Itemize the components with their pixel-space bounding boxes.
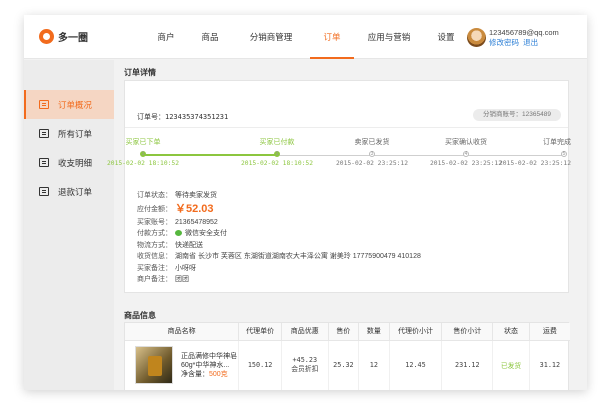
order-section-title: 订单详情	[124, 68, 156, 77]
col-price: 售价	[328, 323, 360, 341]
sidebar-item-overview[interactable]: 订单概况	[24, 90, 114, 119]
nav-apps-marketing[interactable]: 应用与营销	[354, 15, 424, 59]
step-dot: 1	[140, 151, 146, 157]
overview-icon	[39, 100, 49, 109]
step-dot: 3	[369, 151, 375, 157]
order-number: 订单号：123435374351231	[137, 113, 229, 121]
app-window: 多一圈 商户 商品 分销商管理 订单 应用与营销 设置 123456789@qq…	[24, 15, 587, 390]
account-email: 123456789@qq.com	[489, 28, 559, 37]
avatar[interactable]	[467, 28, 486, 47]
sidebar-item-label: 订单概况	[58, 99, 93, 110]
subtotal-cell: 231.12	[441, 340, 494, 390]
col-status: 状态	[492, 323, 530, 341]
refund-icon	[39, 187, 49, 196]
payment-method: 微信安全支付	[175, 228, 227, 240]
col-freight: 运费	[529, 323, 570, 341]
sidebar-item-refunds[interactable]: 退款订单	[24, 177, 114, 206]
qty-cell: 12	[358, 340, 390, 390]
logout-link[interactable]: 退出	[523, 38, 538, 47]
step-shipped: 卖家已发货 3 2015-02-02 23:25:12	[335, 139, 409, 167]
shipping-address: 湖南省 长沙市 芙蓉区 东湖街道湖南农大丰泽公寓 谢美玲 17775900479…	[175, 253, 421, 260]
status-badge: 已发货	[492, 340, 530, 390]
col-agent-subtotal: 代理价小计	[389, 323, 443, 341]
distributor-badge: 分销商账号：12365489	[473, 109, 561, 121]
sidebar-item-label: 所有订单	[58, 128, 93, 139]
shipping-method: 快递配送	[175, 241, 203, 249]
goods-table-card: 商品名称 代理单价 商品优惠 售价 数量 代理价小计 售价小计 状态 运费 正品…	[124, 322, 570, 390]
col-agent-price: 代理单价	[238, 323, 282, 341]
agent-subtotal-cell: 12.45	[389, 340, 443, 390]
merchant-note: 团团	[175, 276, 189, 283]
table-row[interactable]: 正品满修中华神皂 60g*中华神水... 净含量：500克 150.12 +45…	[125, 340, 570, 390]
goods-section-title: 商品信息	[124, 311, 156, 320]
buyer-note: 小呀呀	[175, 264, 196, 272]
nav-products[interactable]: 商品	[188, 15, 232, 59]
top-bar: 多一圈 商户 商品 分销商管理 订单 应用与营销 设置 123456789@qq…	[24, 15, 587, 59]
freight-cell: 31.12	[539, 361, 561, 370]
discount-cell: +45.23 会员折扣	[281, 340, 329, 390]
order-detail-card: 订单号：123435374351231 分销商账号：12365489 买家已下单…	[107, 80, 571, 293]
nav-merchant[interactable]: 商户	[144, 15, 188, 59]
divider	[125, 127, 568, 128]
col-product-name: 商品名称	[125, 323, 240, 341]
buyer-account: 21365478952	[175, 218, 218, 226]
order-info: 订单状态： 等待卖家发货 应付金额： ￥52.03 买家账号： 21365478952…	[137, 190, 421, 286]
step-paid: 买家已付款 2 2015-02-02 18:10:52	[240, 139, 314, 167]
product-weight: 净含量：500克	[181, 370, 228, 378]
sidebar-item-label: 收支明细	[58, 157, 93, 168]
step-dot: 2	[274, 151, 280, 157]
brand-name: 多一圈	[58, 33, 88, 44]
logo-icon	[39, 29, 54, 44]
col-qty: 数量	[358, 323, 390, 341]
step-complete: 订单完成 5 2015-02-02 23:25:12	[498, 139, 571, 167]
logo[interactable]: 多一圈	[39, 29, 88, 44]
grid-icon	[39, 129, 49, 138]
nav-settings[interactable]: 设置	[424, 15, 468, 59]
nav-distributors[interactable]: 分销商管理	[232, 15, 310, 59]
nav-orders[interactable]: 订单	[310, 15, 354, 59]
product-cell: 正品满修中华神皂 60g*中华神水... 净含量：500克	[125, 340, 240, 390]
col-discount: 商品优惠	[281, 323, 329, 341]
account-info: 123456789@qq.com 修改密码 退出	[489, 28, 559, 48]
goods-table: 商品名称 代理单价 商品优惠 售价 数量 代理价小计 售价小计 状态 运费 正品…	[125, 323, 570, 390]
wechat-pay-icon	[175, 230, 182, 236]
step-dot: 5	[561, 151, 567, 157]
step-dot: 4	[463, 151, 469, 157]
table-header-row: 商品名称 代理单价 商品优惠 售价 数量 代理价小计 售价小计 状态 运费	[125, 323, 570, 341]
col-subtotal: 售价小计	[441, 323, 494, 341]
price-cell: 25.32	[328, 340, 360, 390]
change-password-link[interactable]: 修改密码	[489, 38, 519, 47]
product-thumbnail[interactable]	[135, 346, 173, 385]
agent-price-cell: 150.12	[238, 340, 282, 390]
product-name-line1[interactable]: 正品满修中华神皂	[181, 352, 237, 361]
order-progress: 买家已下单 1 2015-02-02 18:10:52 买家已付款 2 2015…	[107, 137, 571, 177]
main-content: 订单详情 订单号：123435374351231 分销商账号：12365489 …	[107, 60, 579, 390]
product-name-line2[interactable]: 60g*中华神水...	[181, 361, 237, 370]
order-amount: ￥52.03	[175, 202, 214, 215]
inbox-icon	[39, 158, 49, 167]
main-nav: 商户 商品 分销商管理 订单 应用与营销 设置	[144, 15, 468, 59]
sidebar-item-label: 退款订单	[58, 186, 93, 197]
order-status: 等待卖家发货	[175, 192, 217, 199]
step-ordered: 买家已下单 1 2015-02-02 18:10:52	[106, 139, 180, 167]
sidebar: 订单概况 所有订单 收支明细 退款订单	[24, 60, 114, 390]
